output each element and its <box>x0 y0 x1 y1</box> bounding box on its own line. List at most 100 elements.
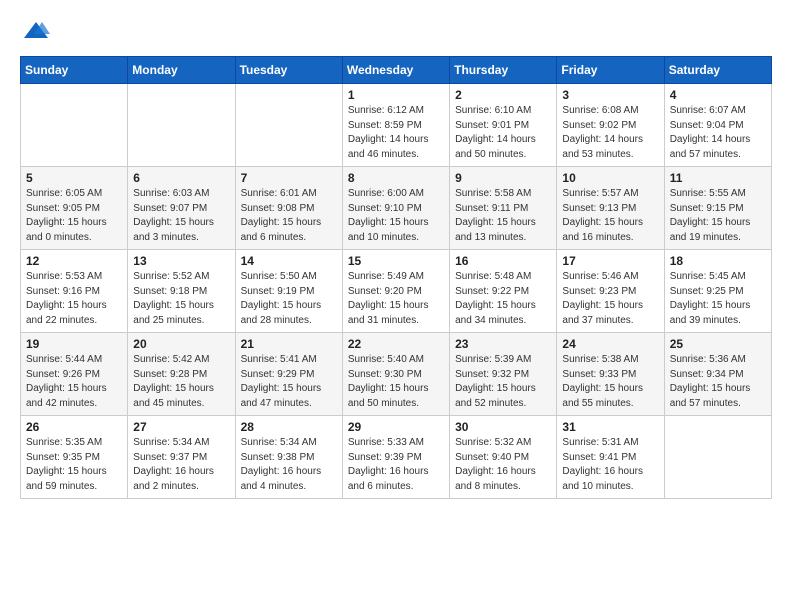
calendar-cell: 8Sunrise: 6:00 AM Sunset: 9:10 PM Daylig… <box>342 167 449 250</box>
day-number: 2 <box>455 88 551 102</box>
calendar-cell: 28 Sunrise: 5:34 AM Sunset: 9:38 PM Dayli… <box>235 416 342 499</box>
day-info: Sunrise: 5:55 AM Sunset: 9:15 PM Dayligh… <box>670 187 766 245</box>
day-number: 3 <box>562 88 658 102</box>
calendar-week-row: 19 Sunrise: 5:44 AM Sunset: 9:26 PM Dayli… <box>21 333 772 416</box>
day-number: 21 <box>241 337 337 351</box>
day-number: 7 <box>241 171 337 185</box>
weekday-header-sunday: Sunday <box>21 57 128 84</box>
weekday-header-saturday: Saturday <box>664 57 771 84</box>
day-number: 16 <box>455 254 551 268</box>
calendar-cell: 10 Sunrise: 5:57 AM Sunset: 9:13 PM Dayli… <box>557 167 664 250</box>
calendar-cell: 23 Sunrise: 5:39 AM Sunset: 9:32 PM Dayli… <box>450 333 557 416</box>
calendar-cell: 13 Sunrise: 5:52 AM Sunset: 9:18 PM Dayli… <box>128 250 235 333</box>
logo-icon <box>22 20 50 40</box>
day-number: 27 <box>133 420 229 434</box>
calendar-cell: 19 Sunrise: 5:44 AM Sunset: 9:26 PM Dayli… <box>21 333 128 416</box>
calendar-table: SundayMondayTuesdayWednesdayThursdayFrid… <box>20 56 772 499</box>
calendar-cell: 18 Sunrise: 5:45 AM Sunset: 9:25 PM Dayli… <box>664 250 771 333</box>
day-info: Sunrise: 5:46 AM Sunset: 9:23 PM Dayligh… <box>562 270 658 328</box>
calendar-cell: 21 Sunrise: 5:41 AM Sunset: 9:29 PM Dayli… <box>235 333 342 416</box>
day-info: Sunrise: 5:36 AM Sunset: 9:34 PM Dayligh… <box>670 353 766 411</box>
day-info: Sunrise: 5:53 AM Sunset: 9:16 PM Dayligh… <box>26 270 122 328</box>
logo <box>20 20 52 40</box>
day-number: 25 <box>670 337 766 351</box>
calendar-week-row: 5 Sunrise: 6:05 AM Sunset: 9:05 PM Daylig… <box>21 167 772 250</box>
day-number: 30 <box>455 420 551 434</box>
day-info: Sunrise: 6:08 AM Sunset: 9:02 PM Dayligh… <box>562 104 658 162</box>
day-number: 24 <box>562 337 658 351</box>
day-info: Sunrise: 5:34 AM Sunset: 9:38 PM Dayligh… <box>241 436 337 494</box>
day-info: Sunrise: 6:03 AM Sunset: 9:07 PM Dayligh… <box>133 187 229 245</box>
calendar-header: SundayMondayTuesdayWednesdayThursdayFrid… <box>21 57 772 84</box>
day-info: Sunrise: 5:41 AM Sunset: 9:29 PM Dayligh… <box>241 353 337 411</box>
day-info: Sunrise: 5:33 AM Sunset: 9:39 PM Dayligh… <box>348 436 444 494</box>
day-info: Sunrise: 6:07 AM Sunset: 9:04 PM Dayligh… <box>670 104 766 162</box>
weekday-header-friday: Friday <box>557 57 664 84</box>
calendar-cell: 6 Sunrise: 6:03 AM Sunset: 9:07 PM Daylig… <box>128 167 235 250</box>
calendar-cell: 5 Sunrise: 6:05 AM Sunset: 9:05 PM Daylig… <box>21 167 128 250</box>
day-number: 26 <box>26 420 122 434</box>
day-number: 5 <box>26 171 122 185</box>
day-number: 20 <box>133 337 229 351</box>
day-info: Sunrise: 5:32 AM Sunset: 9:40 PM Dayligh… <box>455 436 551 494</box>
calendar-cell: 4 Sunrise: 6:07 AM Sunset: 9:04 PM Daylig… <box>664 84 771 167</box>
calendar-cell: 24 Sunrise: 5:38 AM Sunset: 9:33 PM Dayli… <box>557 333 664 416</box>
day-number: 18 <box>670 254 766 268</box>
day-number: 11 <box>670 171 766 185</box>
weekday-header-row: SundayMondayTuesdayWednesdayThursdayFrid… <box>21 57 772 84</box>
weekday-header-tuesday: Tuesday <box>235 57 342 84</box>
day-info: Sunrise: 5:44 AM Sunset: 9:26 PM Dayligh… <box>26 353 122 411</box>
day-number: 14 <box>241 254 337 268</box>
calendar-cell: 16 Sunrise: 5:48 AM Sunset: 9:22 PM Dayli… <box>450 250 557 333</box>
day-info: Sunrise: 5:38 AM Sunset: 9:33 PM Dayligh… <box>562 353 658 411</box>
calendar-cell: 31Sunrise: 5:31 AM Sunset: 9:41 PM Dayli… <box>557 416 664 499</box>
day-number: 31 <box>562 420 658 434</box>
calendar-cell <box>235 84 342 167</box>
calendar-cell: 11 Sunrise: 5:55 AM Sunset: 9:15 PM Dayli… <box>664 167 771 250</box>
day-info: Sunrise: 5:50 AM Sunset: 9:19 PM Dayligh… <box>241 270 337 328</box>
calendar-week-row: 26 Sunrise: 5:35 AM Sunset: 9:35 PM Dayli… <box>21 416 772 499</box>
day-info: Sunrise: 5:42 AM Sunset: 9:28 PM Dayligh… <box>133 353 229 411</box>
day-info: Sunrise: 5:58 AM Sunset: 9:11 PM Dayligh… <box>455 187 551 245</box>
day-number: 6 <box>133 171 229 185</box>
day-info: Sunrise: 5:52 AM Sunset: 9:18 PM Dayligh… <box>133 270 229 328</box>
weekday-header-thursday: Thursday <box>450 57 557 84</box>
day-number: 17 <box>562 254 658 268</box>
day-info: Sunrise: 5:48 AM Sunset: 9:22 PM Dayligh… <box>455 270 551 328</box>
calendar-cell: 9 Sunrise: 5:58 AM Sunset: 9:11 PM Daylig… <box>450 167 557 250</box>
calendar-cell: 20 Sunrise: 5:42 AM Sunset: 9:28 PM Dayli… <box>128 333 235 416</box>
calendar-cell: 3 Sunrise: 6:08 AM Sunset: 9:02 PM Daylig… <box>557 84 664 167</box>
day-info: Sunrise: 5:35 AM Sunset: 9:35 PM Dayligh… <box>26 436 122 494</box>
calendar-cell <box>128 84 235 167</box>
calendar-cell: 29 Sunrise: 5:33 AM Sunset: 9:39 PM Dayli… <box>342 416 449 499</box>
day-number: 15 <box>348 254 444 268</box>
calendar-cell: 17 Sunrise: 5:46 AM Sunset: 9:23 PM Dayli… <box>557 250 664 333</box>
calendar-cell <box>21 84 128 167</box>
day-number: 29 <box>348 420 444 434</box>
day-number: 4 <box>670 88 766 102</box>
day-info: Sunrise: 5:45 AM Sunset: 9:25 PM Dayligh… <box>670 270 766 328</box>
day-number: 13 <box>133 254 229 268</box>
day-number: 23 <box>455 337 551 351</box>
calendar-cell <box>664 416 771 499</box>
calendar-cell: 27 Sunrise: 5:34 AM Sunset: 9:37 PM Dayli… <box>128 416 235 499</box>
calendar-cell: 26 Sunrise: 5:35 AM Sunset: 9:35 PM Dayli… <box>21 416 128 499</box>
weekday-header-monday: Monday <box>128 57 235 84</box>
day-number: 28 <box>241 420 337 434</box>
day-number: 9 <box>455 171 551 185</box>
calendar-cell: 30 Sunrise: 5:32 AM Sunset: 9:40 PM Dayli… <box>450 416 557 499</box>
day-info: Sunrise: 6:05 AM Sunset: 9:05 PM Dayligh… <box>26 187 122 245</box>
day-info: Sunrise: 6:12 AM Sunset: 8:59 PM Dayligh… <box>348 104 444 162</box>
day-info: Sunrise: 5:39 AM Sunset: 9:32 PM Dayligh… <box>455 353 551 411</box>
day-number: 1 <box>348 88 444 102</box>
day-number: 19 <box>26 337 122 351</box>
day-info: Sunrise: 5:57 AM Sunset: 9:13 PM Dayligh… <box>562 187 658 245</box>
day-number: 10 <box>562 171 658 185</box>
calendar-cell: 1 Sunrise: 6:12 AM Sunset: 8:59 PM Daylig… <box>342 84 449 167</box>
calendar-cell: 25 Sunrise: 5:36 AM Sunset: 9:34 PM Dayli… <box>664 333 771 416</box>
day-number: 12 <box>26 254 122 268</box>
weekday-header-wednesday: Wednesday <box>342 57 449 84</box>
calendar-week-row: 1 Sunrise: 6:12 AM Sunset: 8:59 PM Daylig… <box>21 84 772 167</box>
day-info: Sunrise: 5:34 AM Sunset: 9:37 PM Dayligh… <box>133 436 229 494</box>
calendar-cell: 7Sunrise: 6:01 AM Sunset: 9:08 PM Daylig… <box>235 167 342 250</box>
